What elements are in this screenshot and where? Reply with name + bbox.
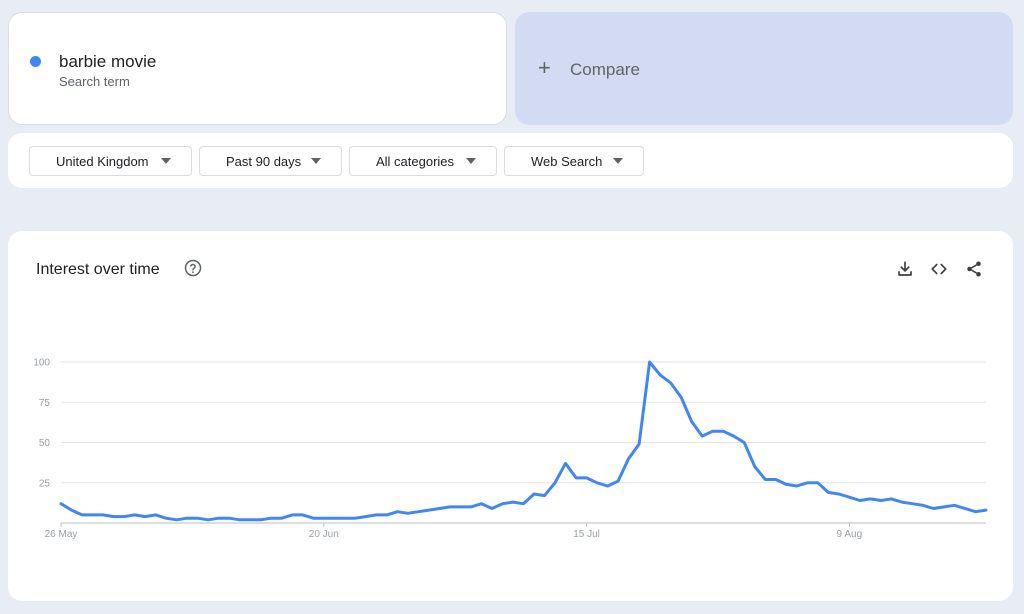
- caret-down-icon: [613, 158, 623, 164]
- category-filter-dropdown[interactable]: All categories: [349, 146, 497, 176]
- x-tick-label: 9 Aug: [837, 529, 863, 540]
- region-filter-label: United Kingdom: [56, 153, 149, 169]
- compare-label: Compare: [570, 60, 640, 79]
- region-filter-dropdown[interactable]: United Kingdom: [29, 146, 192, 176]
- y-tick-label-50: 50: [39, 438, 51, 449]
- search-terms-row: barbie movie Search term + Compare: [8, 12, 1013, 125]
- caret-down-icon: [466, 158, 476, 164]
- x-tick-label: 20 Jun: [309, 529, 339, 540]
- plus-icon: +: [538, 55, 551, 80]
- time-range-filter-label: Past 90 days: [226, 153, 302, 169]
- caret-down-icon: [161, 158, 171, 164]
- x-tick-label: 26 May: [45, 529, 78, 540]
- filter-bar: United Kingdom Past 90 days All categori…: [8, 133, 1013, 188]
- compare-button[interactable]: + Compare: [515, 12, 1013, 125]
- search-term-name: barbie movie: [59, 52, 157, 71]
- series-color-dot: [30, 56, 41, 67]
- time-range-filter-dropdown[interactable]: Past 90 days: [199, 146, 342, 176]
- x-tick-label: 15 Jul: [573, 529, 600, 540]
- y-tick-label-75: 75: [39, 398, 51, 409]
- interest-over-time-card: Interest over time 25 50 75 100 26 May 20 Jun…: [8, 231, 1013, 601]
- search-type-filter-label: Web Search: [531, 153, 603, 169]
- y-tick-label-100: 100: [33, 358, 50, 369]
- series-line: [59, 360, 988, 522]
- interest-line-chart: 25 50 75 100 26 May 20 Jun 15 Jul 9 Aug: [33, 358, 988, 540]
- search-term-subtitle: Search term: [59, 74, 130, 89]
- search-term-card[interactable]: barbie movie Search term: [8, 12, 507, 125]
- y-tick-label-25: 25: [39, 478, 51, 489]
- category-filter-label: All categories: [376, 153, 455, 169]
- search-type-filter-dropdown[interactable]: Web Search: [504, 146, 644, 176]
- caret-down-icon: [311, 158, 321, 164]
